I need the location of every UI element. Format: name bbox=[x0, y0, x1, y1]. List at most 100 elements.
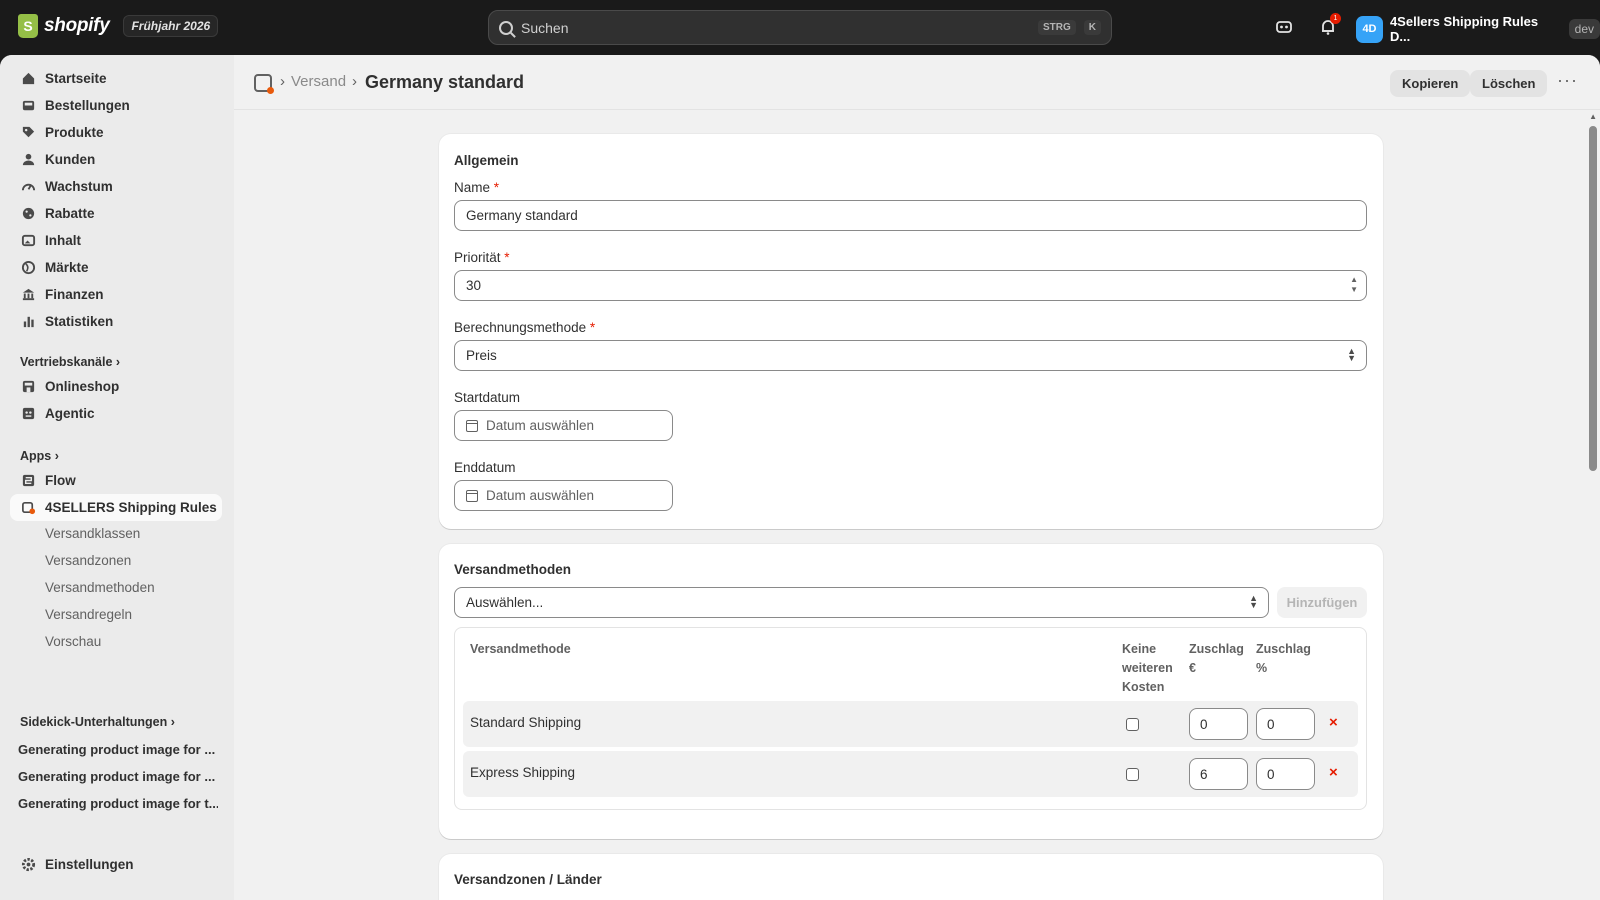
table-row: Standard Shipping 0 0 × bbox=[463, 701, 1358, 747]
sidebar-item-label: Rabatte bbox=[45, 206, 95, 221]
top-bar: S shopify Frühjahr 2026 STRG K 1 4D 4Sel… bbox=[0, 0, 1600, 55]
sidebar: Startseite Bestellungen Produkte Kunden Wach… bbox=[0, 55, 234, 900]
sidebar-item-inhalt[interactable]: Inhalt bbox=[10, 227, 222, 254]
surcharge-eur-input[interactable]: 0 bbox=[1189, 708, 1248, 740]
start-date-picker[interactable]: Datum auswählen bbox=[454, 410, 673, 441]
shipping-method-select[interactable]: Auswählen... ▲ ▼ bbox=[454, 587, 1269, 618]
sidebar-item-finanzen[interactable]: Finanzen bbox=[10, 281, 222, 308]
sidebar-item-onlineshop[interactable]: Onlineshop bbox=[10, 373, 222, 400]
sidekick-conversation[interactable]: Generating product image for ... bbox=[18, 769, 218, 784]
store-switcher[interactable]: 4D 4Sellers Shipping Rules D... dev bbox=[1356, 14, 1600, 44]
scrollbar-thumb[interactable] bbox=[1589, 126, 1597, 471]
sidebar-subitem-versandregeln[interactable]: Versandregeln bbox=[45, 607, 132, 622]
breadcrumb-parent[interactable]: Versand bbox=[291, 73, 346, 90]
person-icon bbox=[20, 152, 36, 168]
brand-name: shopify bbox=[44, 15, 110, 36]
no-further-costs-checkbox[interactable] bbox=[1126, 768, 1139, 781]
sales-channels-title[interactable]: Vertriebskanäle › bbox=[20, 355, 120, 369]
sidebar-subitem-versandklassen[interactable]: Versandklassen bbox=[45, 526, 140, 541]
sidebar-item-kunden[interactable]: Kunden bbox=[10, 146, 222, 173]
shipping-zones-title: Versandzonen / Länder bbox=[454, 872, 602, 887]
general-card: Allgemein Name * Germany standard Priori… bbox=[439, 134, 1383, 529]
sidebar-item-wachstum[interactable]: Wachstum bbox=[10, 173, 222, 200]
shipping-method-name: Express Shipping bbox=[470, 765, 576, 780]
no-further-costs-checkbox[interactable] bbox=[1126, 718, 1139, 731]
bar-chart-icon bbox=[20, 314, 36, 330]
select-chevron-icon: ▲ ▼ bbox=[1347, 346, 1356, 363]
select-chevron-icon: ▲ ▼ bbox=[1249, 593, 1258, 610]
general-card-title: Allgemein bbox=[454, 153, 519, 168]
scroll-up-icon[interactable]: ▲ bbox=[1589, 112, 1597, 121]
shipping-methods-title: Versandmethoden bbox=[454, 562, 572, 577]
sidekick-title[interactable]: Sidekick-Unterhaltungen › bbox=[20, 715, 175, 729]
gauge-icon bbox=[20, 179, 36, 195]
sidebar-item-statistiken[interactable]: Statistiken bbox=[10, 308, 222, 335]
search-input[interactable] bbox=[521, 19, 1030, 36]
sidebar-item-rabatte[interactable]: Rabatte bbox=[10, 200, 222, 227]
surcharge-percent-input[interactable]: 0 bbox=[1256, 708, 1315, 740]
shipping-method-select-placeholder: Auswählen... bbox=[466, 595, 544, 610]
sidebar-item-4sellers-shipping-rules[interactable]: 4SELLERS Shipping Rules bbox=[10, 494, 222, 521]
name-field[interactable]: Germany standard bbox=[454, 200, 1367, 231]
shipping-methods-table: Versandmethode Keine weiteren Kosten Zus… bbox=[454, 627, 1367, 810]
more-actions-icon[interactable]: ··· bbox=[1557, 70, 1578, 91]
copy-button[interactable]: Kopieren bbox=[1390, 70, 1471, 97]
remove-row-icon[interactable]: × bbox=[1329, 764, 1338, 781]
shipping-app-icon bbox=[20, 500, 36, 516]
gear-icon bbox=[20, 857, 36, 873]
sidekick-icon[interactable] bbox=[1274, 17, 1294, 37]
sidekick-conversation[interactable]: Generating product image for t... bbox=[18, 796, 218, 811]
env-badge: dev bbox=[1568, 19, 1600, 39]
shipping-app-icon[interactable] bbox=[254, 74, 274, 94]
search-icon bbox=[499, 20, 513, 35]
sidebar-item-label: Märkte bbox=[45, 260, 89, 275]
sidebar-item-label: 4SELLERS Shipping Rules bbox=[45, 500, 217, 515]
sidebar-item-label: Agentic bbox=[45, 406, 95, 421]
sidebar-item-agentic[interactable]: Agentic bbox=[10, 400, 222, 427]
sidebar-item-flow[interactable]: Flow bbox=[10, 467, 222, 494]
surcharge-percent-input[interactable]: 0 bbox=[1256, 758, 1315, 790]
bell-icon[interactable]: 1 bbox=[1318, 13, 1341, 37]
sidebar-item-produkte[interactable]: Produkte bbox=[10, 119, 222, 146]
end-date-label: Enddatum bbox=[454, 460, 516, 475]
shortcut-key-ctrl: STRG bbox=[1037, 20, 1076, 35]
calendar-icon bbox=[466, 419, 478, 432]
column-header-no-costs: Keine weiteren Kosten bbox=[1122, 642, 1173, 694]
sidebar-item-label: Einstellungen bbox=[45, 857, 134, 872]
sidebar-subitem-versandmethoden[interactable]: Versandmethoden bbox=[45, 580, 155, 595]
home-icon bbox=[20, 71, 36, 87]
add-shipping-method-button[interactable]: Hinzufügen bbox=[1277, 587, 1367, 618]
app-shell: Startseite Bestellungen Produkte Kunden Wach… bbox=[0, 55, 1600, 900]
sidebar-item-settings[interactable]: Einstellungen bbox=[10, 851, 222, 878]
name-label: Name * bbox=[454, 180, 500, 195]
shopify-logo[interactable]: S shopify Frühjahr 2026 bbox=[18, 14, 219, 38]
priority-field[interactable]: 30 ▲ ▼ bbox=[454, 270, 1367, 301]
calculation-method-value: Preis bbox=[466, 348, 497, 363]
flow-icon bbox=[20, 473, 36, 489]
sidebar-item-märkte[interactable]: Märkte bbox=[10, 254, 222, 281]
calculation-method-select[interactable]: Preis ▲ ▼ bbox=[454, 340, 1367, 371]
sidebar-subitem-versandzonen[interactable]: Versandzonen bbox=[45, 553, 131, 568]
sidebar-subitem-vorschau[interactable]: Vorschau bbox=[45, 634, 101, 649]
priority-label: Priorität * bbox=[454, 250, 510, 265]
column-header-surcharge-eur: Zuschlag € bbox=[1189, 642, 1244, 675]
stepper-arrows-icon[interactable]: ▲ ▼ bbox=[1350, 275, 1358, 295]
remove-row-icon[interactable]: × bbox=[1329, 714, 1338, 731]
sidebar-item-bestellungen[interactable]: Bestellungen bbox=[10, 92, 222, 119]
sidekick-conversation[interactable]: Generating product image for ... bbox=[18, 742, 218, 757]
delete-button[interactable]: Löschen bbox=[1470, 70, 1548, 97]
discount-icon bbox=[20, 206, 36, 222]
method-label: Berechnungsmethode * bbox=[454, 320, 596, 335]
shopify-bag-icon: S bbox=[18, 14, 38, 38]
apps-title[interactable]: Apps › bbox=[20, 449, 59, 463]
page-scrollbar[interactable]: ▲ bbox=[1586, 110, 1600, 900]
breadcrumb-separator: › bbox=[280, 73, 285, 90]
sidebar-item-label: Bestellungen bbox=[45, 98, 130, 113]
surcharge-eur-input[interactable]: 6 bbox=[1189, 758, 1248, 790]
season-badge[interactable]: Frühjahr 2026 bbox=[123, 15, 219, 37]
sidebar-item-label: Statistiken bbox=[45, 314, 114, 329]
search-bar[interactable]: STRG K bbox=[488, 10, 1112, 45]
start-date-label: Startdatum bbox=[454, 390, 521, 405]
end-date-picker[interactable]: Datum auswählen bbox=[454, 480, 673, 511]
sidebar-item-startseite[interactable]: Startseite bbox=[10, 65, 222, 92]
